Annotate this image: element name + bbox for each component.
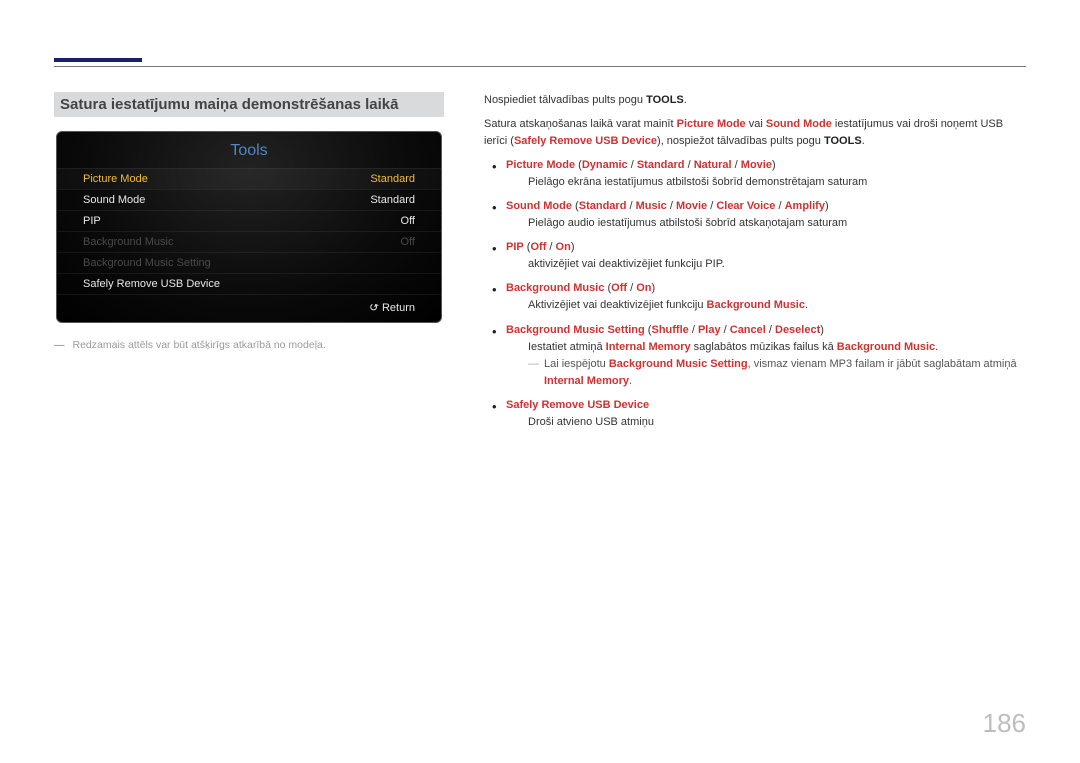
return-icon: ↻ (367, 300, 380, 315)
left-column: Satura iestatījumu maiņa demonstrēšanas … (54, 92, 444, 438)
page-number: 186 (983, 708, 1026, 739)
header-accent (54, 58, 142, 62)
intro-para: Satura atskaņošanas laikā varat mainīt P… (484, 116, 1026, 150)
osd-screenshot: Tools Picture Mode Standard Sound Mode S… (56, 131, 442, 323)
item-picture-mode: Picture Mode (Dynamic / Standard / Natur… (484, 157, 1026, 191)
osd-row-bg-music-setting: Background Music Setting (57, 252, 441, 273)
osd-row-sound-mode: Sound Mode Standard (57, 189, 441, 210)
osd-footer: ↻Return (57, 294, 441, 318)
feature-list: Picture Mode (Dynamic / Standard / Natur… (484, 157, 1026, 431)
dash-icon: ― (528, 356, 539, 373)
item-pip: PIP (Off / On) aktivizējiet vai deaktivi… (484, 239, 1026, 273)
osd-row-bg-music: Background Music Off (57, 231, 441, 252)
osd-row-pip: PIP Off (57, 210, 441, 231)
content-area: Satura iestatījumu maiņa demonstrēšanas … (54, 92, 1026, 438)
header-rule (54, 66, 1026, 67)
osd-row-picture-mode: Picture Mode Standard (57, 168, 441, 189)
osd-title: Tools (57, 132, 441, 168)
dash-icon: ― (54, 339, 73, 351)
right-column: Nospiediet tālvadības pults pogu TOOLS. … (484, 92, 1026, 438)
item-bg-music-setting: Background Music Setting (Shuffle / Play… (484, 322, 1026, 390)
intro-line: Nospiediet tālvadības pults pogu TOOLS. (484, 92, 1026, 109)
screenshot-caption: ― Redzamais attēls var būt atšķirīgs atk… (54, 339, 444, 351)
osd-row-safe-remove: Safely Remove USB Device (57, 273, 441, 294)
note-line: ― Lai iespējotu Background Music Setting… (506, 356, 1026, 390)
section-heading: Satura iestatījumu maiņa demonstrēšanas … (54, 92, 444, 117)
item-safely-remove: Safely Remove USB Device Droši atvieno U… (484, 397, 1026, 431)
item-bg-music: Background Music (Off / On) Aktivizējiet… (484, 280, 1026, 314)
item-sound-mode: Sound Mode (Standard / Music / Movie / C… (484, 198, 1026, 232)
